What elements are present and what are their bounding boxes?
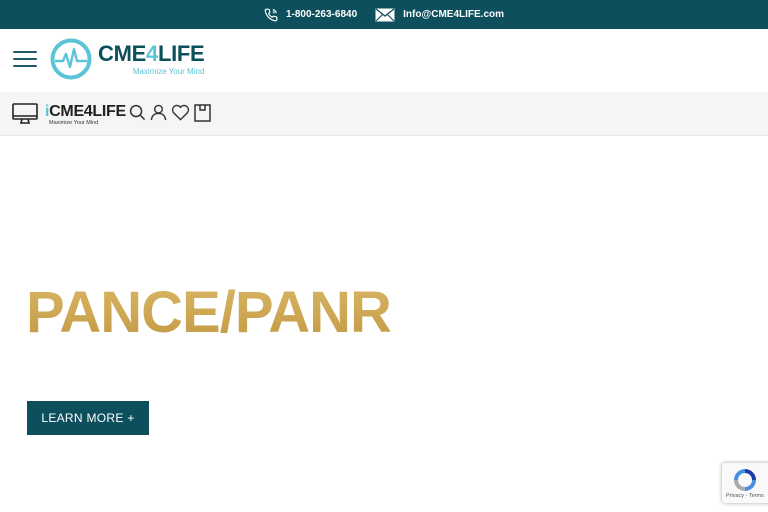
hamburger-menu-icon[interactable] xyxy=(13,51,37,67)
shopping-bag-icon[interactable] xyxy=(194,104,211,122)
envelope-icon xyxy=(375,7,395,21)
secondary-toolbar: iCME4LIFE Maximize Your Mind xyxy=(0,92,768,136)
icme4life-brand: iCME4LIFE xyxy=(45,103,126,120)
recaptcha-icon xyxy=(734,469,756,491)
desktop-monitor-icon[interactable] xyxy=(12,103,38,125)
phone-number[interactable]: 1-800-263-6840 xyxy=(286,9,357,20)
user-icon[interactable] xyxy=(150,104,167,121)
hero-title: PANCE/PANR xyxy=(26,280,392,345)
heartbeat-logo-icon xyxy=(50,38,92,80)
email-address[interactable]: Info@CME4LIFE.com xyxy=(403,9,504,20)
site-header: CME4LIFE Maximize Your Mind xyxy=(0,29,768,92)
search-icon[interactable] xyxy=(129,104,146,121)
recaptcha-badge[interactable]: Privacy - Terms xyxy=(722,463,768,503)
phone-contact[interactable]: 1-800-263-6840 xyxy=(264,8,357,22)
top-contact-bar: 1-800-263-6840 Info@CME4LIFE.com xyxy=(0,0,768,29)
icme4life-logo[interactable]: iCME4LIFE Maximize Your Mind xyxy=(45,103,126,126)
recaptcha-terms[interactable]: Privacy - Terms xyxy=(726,493,764,499)
logo-brand: CME4LIFE xyxy=(98,41,205,66)
heart-icon[interactable] xyxy=(171,104,190,121)
phone-icon xyxy=(264,8,278,21)
site-logo[interactable]: CME4LIFE Maximize Your Mind xyxy=(50,38,205,80)
logo-tagline: Maximize Your Mind xyxy=(132,67,205,76)
email-contact[interactable]: Info@CME4LIFE.com xyxy=(375,7,504,22)
logo-wordmark: CME4LIFE Maximize Your Mind xyxy=(98,41,205,77)
icme4life-tagline: Maximize Your Mind xyxy=(49,120,99,126)
learn-more-button[interactable]: LEARN MORE + xyxy=(27,401,149,435)
